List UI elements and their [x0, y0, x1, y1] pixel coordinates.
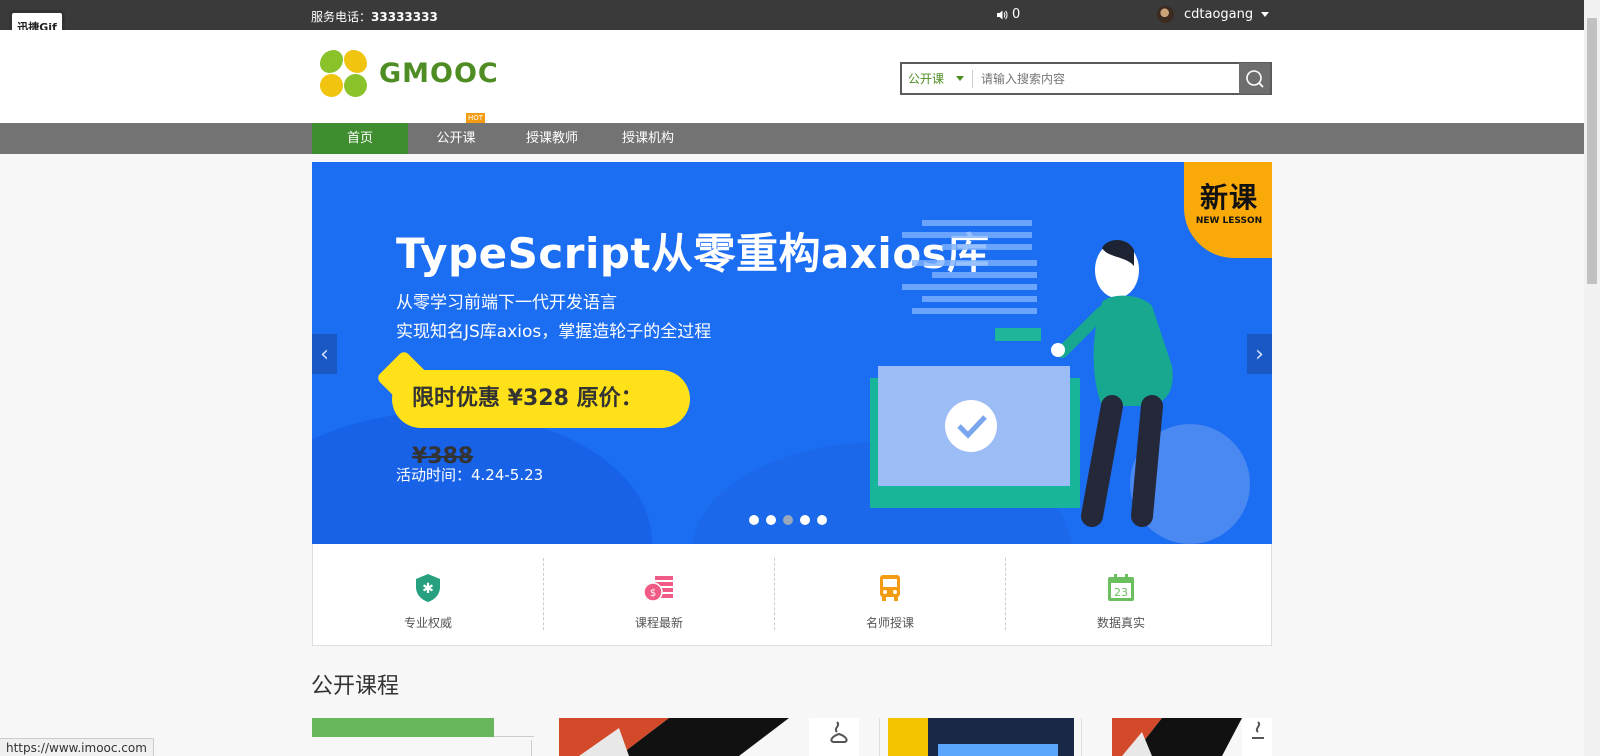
feature-strip: ✱ 专业权威 $ 课程最新 名师授课 23 数据真实	[312, 544, 1272, 646]
banner-dot-5[interactable]	[817, 515, 827, 525]
search-input[interactable]	[973, 64, 1239, 93]
banner-date: 活动时间：4.24-5.23	[396, 466, 544, 484]
search-icon	[1245, 69, 1264, 88]
java-icon	[830, 721, 848, 743]
banner-title: TypeScript从零重构axios库	[396, 229, 990, 278]
course-thumbnail-2[interactable]	[888, 718, 1074, 756]
divider	[531, 740, 532, 756]
calendar-day: 23	[1114, 586, 1128, 599]
clover-logo-icon	[320, 50, 367, 97]
section-title-open-courses: 公开课程	[311, 674, 400, 699]
feature-teachers: 名师授课	[775, 544, 1005, 644]
svg-text:$: $	[650, 588, 656, 599]
search-category-label: 公开课	[908, 72, 945, 86]
service-phone-number: 33333333	[371, 10, 438, 24]
hero-banner[interactable]: TypeScript从零重构axios库 从零学习前端下一代开发语言 实现知名J…	[312, 162, 1272, 544]
scrollbar-thumb[interactable]	[1587, 18, 1597, 284]
header	[0, 30, 1584, 123]
nav-item-teachers[interactable]: 授课教师	[504, 123, 600, 154]
java-icon	[1252, 721, 1264, 739]
course-thumbnail-1[interactable]	[559, 718, 809, 756]
java-logo	[1242, 718, 1272, 756]
feature-latest: $ 课程最新	[544, 544, 774, 644]
banner-subtitle-2: 实现知名JS库axios，掌握造轮子的全过程	[396, 322, 712, 342]
divider	[1081, 718, 1082, 756]
service-phone-label: 服务电话：	[311, 10, 372, 24]
chevron-right-icon: ›	[1255, 341, 1264, 367]
new-lesson-badge: 新课 NEW LESSON	[1184, 162, 1272, 258]
course-thumbnail-3[interactable]	[1112, 718, 1242, 756]
service-phone: 服务电话：33333333	[311, 8, 438, 25]
feature-teachers-label: 名师授课	[865, 616, 914, 630]
feature-authority: ✱ 专业权威	[313, 544, 543, 644]
new-lesson-zh: 新课	[1199, 181, 1258, 214]
top-bar: 服务电话：33333333 0 cdtaogang	[0, 0, 1584, 30]
chevron-left-icon: ‹	[320, 341, 329, 367]
course-thumbnail-2-art	[888, 718, 1074, 756]
banner-prev-button[interactable]: ‹	[312, 334, 337, 374]
username: cdtaogang	[1184, 7, 1254, 22]
course-thumbnail-3-art	[1112, 718, 1242, 756]
feature-real-data-label: 数据真实	[1096, 616, 1145, 630]
messages-count: 0	[1012, 7, 1021, 22]
shield-star-icon: ✱	[416, 574, 440, 602]
search-category-select[interactable]: 公开课	[902, 64, 972, 93]
browser-status-url: https://www.imooc.com	[0, 738, 154, 756]
banner-subtitle-1: 从零学习前端下一代开发语言	[396, 293, 617, 313]
feature-authority-label: 专业权威	[403, 616, 452, 630]
main-nav: 首页 公开课 授课教师 授课机构	[0, 123, 1584, 154]
banner-dot-1[interactable]	[749, 515, 759, 525]
java-logo	[809, 718, 859, 756]
divider	[879, 718, 880, 756]
banner-dot-3[interactable]	[783, 515, 793, 525]
nav-item-organizations[interactable]: 授课机构	[600, 123, 696, 154]
chevron-down-icon	[1261, 12, 1270, 17]
logo-text: GMOOC	[379, 58, 499, 89]
coins-icon: $	[643, 576, 673, 602]
divider	[494, 736, 534, 737]
price-orig-label: 原价：	[576, 386, 643, 411]
banner-price: 限时优惠 ¥328 原价：¥388	[392, 370, 690, 469]
nav-item-home[interactable]: 首页	[312, 123, 408, 154]
banner-next-button[interactable]: ›	[1247, 334, 1272, 374]
search-button[interactable]	[1239, 63, 1270, 94]
price-promo: 限时优惠 ¥328	[412, 386, 569, 411]
site-logo[interactable]: GMOOC	[320, 50, 499, 97]
course-thumbnail-1-art	[559, 718, 789, 756]
hot-badge: HOT	[466, 113, 486, 123]
banner-pagination	[749, 515, 827, 525]
calendar-icon: 23	[1108, 574, 1134, 601]
bus-icon	[880, 575, 900, 601]
new-lesson-en: NEW LESSON	[1195, 216, 1263, 226]
nav-item-open-courses[interactable]: 公开课	[408, 123, 504, 154]
banner-dot-4[interactable]	[800, 515, 810, 525]
svg-text:✱: ✱	[422, 581, 434, 597]
search-box: 公开课	[900, 62, 1272, 95]
feature-real-data: 23 数据真实	[1006, 544, 1236, 644]
user-menu[interactable]: cdtaogang	[1157, 6, 1270, 23]
course-tab-bar	[312, 718, 494, 737]
speaker-icon	[997, 10, 1008, 19]
avatar	[1157, 6, 1174, 23]
course-cards	[312, 718, 1272, 756]
caret-down-icon	[956, 76, 965, 81]
feature-latest-label: 课程最新	[634, 616, 683, 630]
page-scrollbar[interactable]	[1584, 0, 1600, 756]
messages-link[interactable]: 0	[996, 7, 1020, 22]
banner-dot-2[interactable]	[766, 515, 776, 525]
